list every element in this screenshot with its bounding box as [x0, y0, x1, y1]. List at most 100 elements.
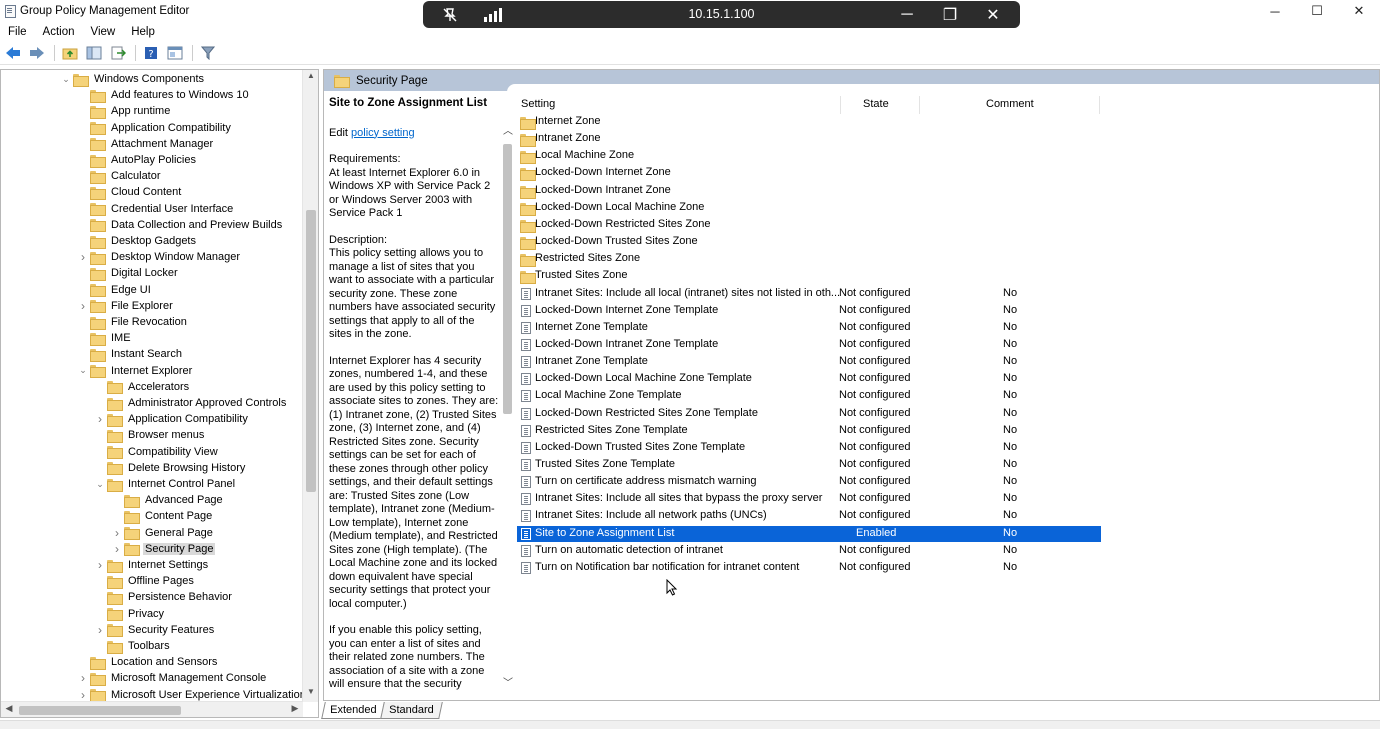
column-comment[interactable]: Comment: [986, 98, 1034, 110]
scroll-down-icon[interactable]: ▼: [303, 687, 318, 701]
column-divider[interactable]: [919, 96, 920, 114]
tab-standard[interactable]: Standard: [380, 702, 443, 719]
list-item-setting[interactable]: Intranet Sites: Include all local (intra…: [517, 286, 1101, 302]
expand-chevron-right-icon[interactable]: ›: [76, 298, 90, 314]
scrollbar-thumb[interactable]: [503, 144, 512, 414]
expand-chevron-right-icon[interactable]: ›: [93, 557, 107, 573]
tree-item[interactable]: Cloud Content: [76, 184, 183, 200]
tree-item[interactable]: Administrator Approved Controls: [93, 395, 288, 411]
tree-item[interactable]: Compatibility View: [93, 444, 220, 460]
tree-item[interactable]: › Application Compatibility: [93, 411, 250, 427]
tree-item[interactable]: App runtime: [76, 103, 172, 119]
expand-chevron-right-icon[interactable]: ›: [110, 525, 124, 541]
column-divider[interactable]: [840, 96, 841, 114]
list-item-setting[interactable]: Intranet Sites: Include all sites that b…: [517, 491, 1101, 507]
tree-item[interactable]: Digital Locker: [76, 265, 180, 281]
help-icon[interactable]: ?: [141, 43, 161, 63]
expand-chevron-down-icon[interactable]: ⌄: [59, 71, 73, 87]
minimize-button[interactable]: ─: [1254, 0, 1296, 22]
list-item-setting[interactable]: Intranet Zone Template Not configured No: [517, 354, 1101, 370]
tree-item[interactable]: ⌄ Internet Explorer: [76, 363, 194, 379]
tree-item[interactable]: Privacy: [93, 606, 166, 622]
tree-item[interactable]: › Security Page: [110, 541, 216, 557]
list-item-setting[interactable]: Restricted Sites Zone Template Not config…: [517, 423, 1101, 439]
properties-icon[interactable]: [165, 43, 185, 63]
column-divider[interactable]: [1099, 96, 1100, 114]
tree-item[interactable]: Credential User Interface: [76, 201, 235, 217]
expand-chevron-right-icon[interactable]: ›: [76, 687, 90, 702]
tree-item[interactable]: Calculator: [76, 168, 163, 184]
close-button[interactable]: ✕: [1338, 0, 1380, 22]
list-item-setting[interactable]: Trusted Sites Zone Template Not configure…: [517, 457, 1101, 473]
tab-extended[interactable]: Extended: [321, 702, 386, 719]
description-scrollbar[interactable]: ︿ ﹀: [501, 122, 515, 692]
tree-item[interactable]: › General Page: [110, 525, 215, 541]
list-item-folder[interactable]: Locked-Down Intranet Zone: [517, 183, 1101, 199]
show-hide-tree-icon[interactable]: [84, 43, 104, 63]
list-item-folder[interactable]: Local Machine Zone: [517, 148, 1101, 165]
scroll-down-icon[interactable]: ﹀: [501, 674, 515, 689]
tree-item[interactable]: ⌄ Windows Components: [59, 71, 206, 87]
tree-item[interactable]: Instant Search: [76, 346, 184, 362]
list-item-folder[interactable]: Restricted Sites Zone: [517, 251, 1101, 268]
scroll-up-icon[interactable]: ︿: [501, 122, 515, 137]
maximize-button[interactable]: ☐: [1296, 0, 1338, 22]
list-item-folder[interactable]: Intranet Zone: [517, 131, 1101, 148]
expand-chevron-right-icon[interactable]: ›: [93, 411, 107, 427]
tree-item[interactable]: › Microsoft Management Console: [76, 670, 268, 686]
list-item-setting[interactable]: Turn on Notification bar notification fo…: [517, 560, 1101, 576]
tree-item[interactable]: Persistence Behavior: [93, 589, 234, 605]
tree-item[interactable]: Application Compatibility: [76, 120, 233, 136]
list-item-setting[interactable]: Turn on certificate address mismatch war…: [517, 474, 1101, 490]
expand-chevron-right-icon[interactable]: ›: [76, 670, 90, 686]
tree-item[interactable]: › Internet Settings: [93, 557, 210, 573]
list-item-folder[interactable]: Internet Zone: [517, 114, 1101, 130]
scrollbar-thumb[interactable]: [19, 706, 181, 715]
column-setting[interactable]: Setting: [521, 98, 555, 110]
list-item-setting[interactable]: Locked-Down Restricted Sites Zone Templa…: [517, 406, 1101, 422]
tree-item[interactable]: Data Collection and Preview Builds: [76, 217, 284, 233]
menu-action[interactable]: Action: [35, 26, 83, 38]
tree-item[interactable]: › Security Features: [93, 622, 216, 638]
menu-help[interactable]: Help: [123, 26, 163, 38]
list-item-setting[interactable]: Site to Zone Assignment List Enabled No: [517, 525, 1101, 542]
list-item-setting[interactable]: Locked-Down Internet Zone Template Not co…: [517, 303, 1101, 319]
list-item-folder[interactable]: Trusted Sites Zone: [517, 268, 1101, 285]
scrollbar-thumb[interactable]: [306, 210, 316, 492]
expand-chevron-right-icon[interactable]: ›: [76, 249, 90, 265]
tree-item[interactable]: IME: [76, 330, 133, 346]
tree-item[interactable]: Add features to Windows 10: [76, 87, 251, 103]
tree-vertical-scrollbar[interactable]: ▲ ▼: [302, 70, 318, 702]
expand-chevron-right-icon[interactable]: ›: [93, 622, 107, 638]
list-item-setting[interactable]: Locked-Down Local Machine Zone Template N…: [517, 371, 1101, 387]
list-item-setting[interactable]: Locked-Down Trusted Sites Zone Template N…: [517, 440, 1101, 456]
menu-view[interactable]: View: [83, 26, 124, 38]
tree-item[interactable]: Toolbars: [93, 638, 172, 654]
up-folder-icon[interactable]: [60, 43, 80, 63]
scroll-right-icon[interactable]: ▶: [288, 703, 302, 717]
back-arrow-icon[interactable]: [3, 43, 23, 63]
list-item-setting[interactable]: Intranet Sites: Include all network path…: [517, 508, 1101, 524]
tree-item[interactable]: Attachment Manager: [76, 136, 215, 152]
list-item-folder[interactable]: Locked-Down Restricted Sites Zone: [517, 217, 1101, 233]
list-item-setting[interactable]: Internet Zone Template Not configured No: [517, 320, 1101, 336]
tree-item[interactable]: Location and Sensors: [76, 654, 219, 670]
tree-item[interactable]: AutoPlay Policies: [76, 152, 198, 168]
list-item-folder[interactable]: Locked-Down Local Machine Zone: [517, 200, 1101, 216]
list-item-folder[interactable]: Locked-Down Internet Zone: [517, 165, 1101, 182]
column-state[interactable]: State: [863, 98, 889, 110]
tree-item[interactable]: Delete Browsing History: [93, 460, 247, 476]
tree-item[interactable]: › Microsoft User Experience Virtualizatio…: [76, 687, 303, 702]
list-item-setting[interactable]: Local Machine Zone Template Not configure…: [517, 388, 1101, 404]
tree-item[interactable]: › Desktop Window Manager: [76, 249, 242, 265]
tree-item[interactable]: Edge UI: [76, 282, 153, 298]
list-item-setting[interactable]: Turn on automatic detection of intranet N…: [517, 543, 1101, 559]
tree-item[interactable]: Browser menus: [93, 427, 206, 443]
list-item-setting[interactable]: Locked-Down Intranet Zone Template Not co…: [517, 337, 1101, 353]
tree-item[interactable]: ⌄ Internet Control Panel: [93, 476, 237, 492]
tree-item[interactable]: File Revocation: [76, 314, 189, 330]
expand-chevron-right-icon[interactable]: ›: [110, 541, 124, 557]
filter-icon[interactable]: [198, 43, 218, 63]
tree-horizontal-scrollbar[interactable]: ◀ ▶: [1, 701, 303, 717]
tree-item[interactable]: Advanced Page: [110, 492, 225, 508]
